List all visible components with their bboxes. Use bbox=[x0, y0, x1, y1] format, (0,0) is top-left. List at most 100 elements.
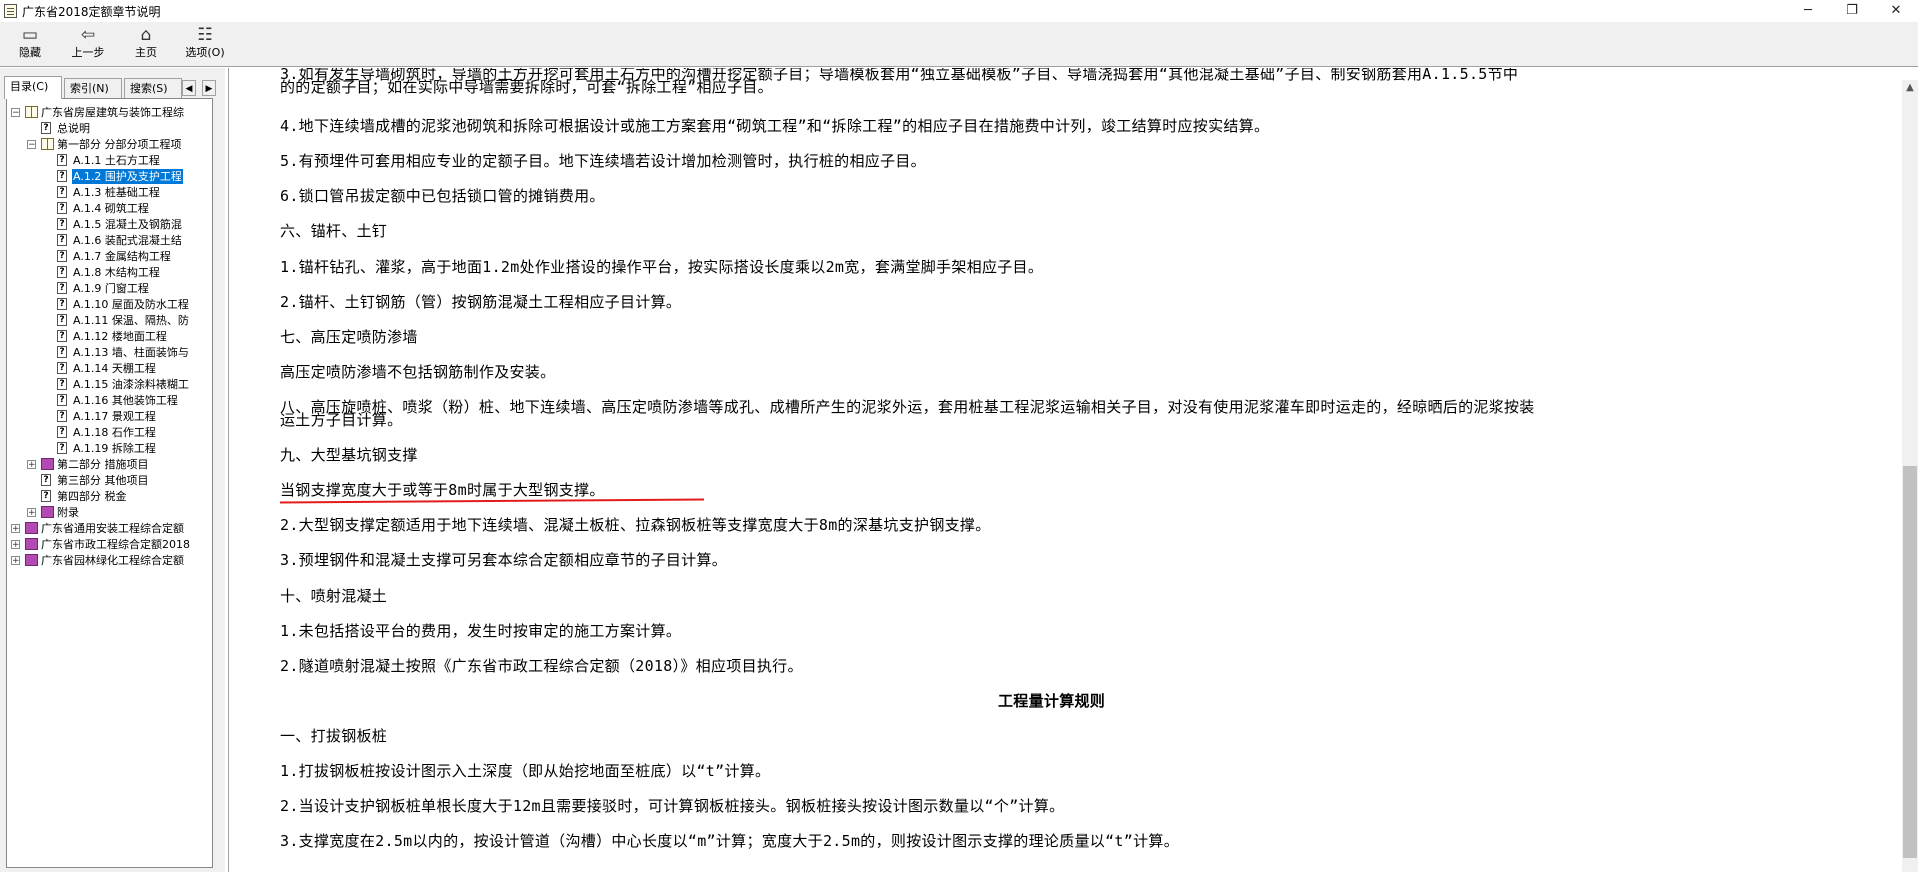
help-page-icon: ? bbox=[57, 154, 67, 166]
tree-item[interactable]: ? A.1.10 屋面及防水工程 bbox=[7, 297, 212, 312]
back-arrow-icon: ⇦ bbox=[80, 25, 96, 45]
tree-item[interactable]: ? A.1.1 土石方工程 bbox=[7, 153, 212, 168]
tree-item-label: A.1.7 金属结构工程 bbox=[73, 250, 171, 263]
nav-tabs: 目录(C) 索引(N) 搜索(S) ◀ ▶ bbox=[4, 76, 222, 99]
expand-icon[interactable]: + bbox=[27, 460, 36, 470]
tree-item[interactable]: + 广东省市政工程综合定额2018 bbox=[7, 537, 212, 552]
paragraph-line: 七、高压定喷防渗墙 bbox=[280, 328, 418, 346]
expand-icon[interactable]: + bbox=[11, 556, 20, 566]
red-underline-annotation bbox=[279, 498, 705, 504]
expand-icon[interactable]: + bbox=[11, 540, 20, 550]
tree-item-label: A.1.2 围护及支护工程 bbox=[72, 169, 183, 184]
collapse-icon[interactable]: − bbox=[27, 140, 36, 150]
help-page-icon: ? bbox=[57, 394, 67, 406]
contents-tree[interactable]: − 广东省房屋建筑与装饰工程综 ? 总说明 − 第一部分 分部分项工程项? A.1.1 土石… bbox=[6, 98, 213, 868]
tree-item-label: A.1.12 楼地面工程 bbox=[73, 330, 167, 343]
expand-icon[interactable]: + bbox=[27, 508, 36, 518]
tree-item-label: 附录 bbox=[57, 506, 79, 519]
expand-icon[interactable]: + bbox=[11, 524, 20, 534]
tree-item[interactable]: + 广东省园林绿化工程综合定额 bbox=[7, 553, 212, 568]
collapse-icon[interactable]: − bbox=[11, 108, 20, 118]
paragraph-line: 六、锚杆、土钉 bbox=[280, 222, 388, 240]
tab-index[interactable]: 索引(N) bbox=[64, 78, 122, 98]
restore-button[interactable]: ❐ bbox=[1830, 0, 1874, 22]
tab-scroll-left-icon[interactable]: ◀ bbox=[182, 80, 196, 96]
tree-item-label: A.1.11 保温、隔热、防 bbox=[73, 314, 189, 327]
tree-item[interactable]: ? A.1.6 装配式混凝土结 bbox=[7, 233, 212, 248]
options-label: 选项(O) bbox=[185, 46, 225, 59]
vertical-scrollbar[interactable]: ▲ bbox=[1902, 80, 1918, 872]
scroll-thumb[interactable] bbox=[1903, 466, 1917, 858]
paragraph-line: 3.预埋钢件和混凝土支撑可另套本综合定额相应章节的子目计算。 bbox=[280, 551, 728, 569]
home-icon: ⌂ bbox=[140, 25, 152, 45]
tree-item[interactable]: + 第二部分 措施项目 bbox=[7, 457, 212, 472]
tree-item[interactable]: ? 第四部分 税金 bbox=[7, 489, 212, 504]
tree-item-label: 广东省园林绿化工程综合定额 bbox=[41, 554, 184, 567]
tree-item-label: A.1.18 石作工程 bbox=[73, 426, 156, 439]
options-button[interactable]: ☷ 选项(O) bbox=[182, 24, 228, 64]
scroll-up-icon[interactable]: ▲ bbox=[1902, 80, 1918, 96]
tree-item-label: A.1.5 混凝土及钢筋混 bbox=[73, 218, 182, 231]
help-page-icon: ? bbox=[57, 378, 67, 390]
tree-item[interactable]: ? A.1.14 天棚工程 bbox=[7, 361, 212, 376]
tree-item[interactable]: − 第一部分 分部分项工程项 bbox=[7, 137, 212, 152]
tree-item[interactable]: ? A.1.13 墙、柱面装饰与 bbox=[7, 345, 212, 360]
paragraph-line: 4.地下连续墙成槽的泥浆池砌筑和拆除可根据设计或施工方案套用“砌筑工程”和“拆除… bbox=[280, 117, 1270, 135]
help-page-icon: ? bbox=[57, 442, 67, 454]
tree-item[interactable]: ? A.1.11 保温、隔热、防 bbox=[7, 313, 212, 328]
tree-item[interactable]: − 广东省房屋建筑与装饰工程综 bbox=[7, 105, 212, 120]
tree-item[interactable]: ? A.1.9 门窗工程 bbox=[7, 281, 212, 296]
tree-item-label: A.1.6 装配式混凝土结 bbox=[73, 234, 182, 247]
tree-item[interactable]: ? 第三部分 其他项目 bbox=[7, 473, 212, 488]
help-page-icon: ? bbox=[57, 330, 67, 342]
close-button[interactable]: ✕ bbox=[1874, 0, 1918, 22]
hide-button[interactable]: ▭ 隐藏 bbox=[10, 24, 50, 64]
paragraph-line: 2.当设计支护钢板桩单根长度大于12m且需要接驳时，可计算钢板桩接头。钢板桩接头… bbox=[280, 797, 1065, 815]
help-page-icon: ? bbox=[57, 234, 67, 246]
tree-item-label: A.1.17 景观工程 bbox=[73, 410, 156, 423]
minimize-button[interactable]: ─ bbox=[1786, 0, 1830, 22]
home-button[interactable]: ⌂ 主页 bbox=[126, 24, 166, 64]
help-page-icon: ? bbox=[57, 266, 67, 278]
tree-item[interactable]: ? A.1.5 混凝土及钢筋混 bbox=[7, 217, 212, 232]
book-closed-icon bbox=[41, 458, 54, 470]
help-page-icon: ? bbox=[57, 426, 67, 438]
tab-scroll-right-icon[interactable]: ▶ bbox=[202, 80, 216, 96]
tree-item[interactable]: ? 总说明 bbox=[7, 121, 212, 136]
tree-item-label: A.1.10 屋面及防水工程 bbox=[73, 298, 189, 311]
book-closed-icon bbox=[41, 506, 54, 518]
tree-item[interactable]: ? A.1.3 桩基础工程 bbox=[7, 185, 212, 200]
tree-item[interactable]: ? A.1.17 景观工程 bbox=[7, 409, 212, 424]
back-button[interactable]: ⇦ 上一步 bbox=[66, 24, 110, 64]
help-page-icon: ? bbox=[57, 218, 67, 230]
tree-item[interactable]: + 附录 bbox=[7, 505, 212, 520]
paragraph-line: 1.打拔钢板桩按设计图示入土深度（即从始挖地面至桩底）以“t”计算。 bbox=[280, 762, 771, 780]
tree-item-label: A.1.4 砌筑工程 bbox=[73, 202, 149, 215]
tree-item[interactable]: ? A.1.12 楼地面工程 bbox=[7, 329, 212, 344]
tree-item[interactable]: ? A.1.15 油漆涂料裱糊工 bbox=[7, 377, 212, 392]
help-page-icon: ? bbox=[41, 490, 51, 502]
tree-item[interactable]: ? A.1.2 围护及支护工程 bbox=[7, 169, 212, 184]
tree-item-label: 第二部分 措施项目 bbox=[57, 458, 149, 471]
book-closed-icon bbox=[25, 554, 38, 566]
paragraph-line: 2.锚杆、土钉钢筋（管）按钢筋混凝土工程相应子目计算。 bbox=[280, 293, 682, 311]
tree-item[interactable]: ? A.1.8 木结构工程 bbox=[7, 265, 212, 280]
paragraph-line: 运土方子目计算。 bbox=[280, 411, 403, 429]
tree-item[interactable]: + 广东省通用安装工程综合定额 bbox=[7, 521, 212, 536]
tree-item[interactable]: ? A.1.19 拆除工程 bbox=[7, 441, 212, 456]
paragraph-line: 2.隧道喷射混凝土按照《广东省市政工程综合定额（2018）》相应项目执行。 bbox=[280, 657, 803, 675]
tab-search[interactable]: 搜索(S) bbox=[124, 78, 182, 98]
tree-item-label: A.1.9 门窗工程 bbox=[73, 282, 149, 295]
tab-contents[interactable]: 目录(C) bbox=[4, 76, 62, 99]
book-open-icon bbox=[25, 106, 38, 118]
help-page-icon: ? bbox=[57, 362, 67, 374]
tree-item[interactable]: ? A.1.4 砌筑工程 bbox=[7, 201, 212, 216]
tree-item[interactable]: ? A.1.16 其他装饰工程 bbox=[7, 393, 212, 408]
tree-item[interactable]: ? A.1.18 石作工程 bbox=[7, 425, 212, 440]
tree-item[interactable]: ? A.1.7 金属结构工程 bbox=[7, 249, 212, 264]
tree-item-label: A.1.15 油漆涂料裱糊工 bbox=[73, 378, 189, 391]
paragraph-line: 1.锚杆钻孔、灌浆，高于地面1.2m处作业搭设的操作平台，按实际搭设长度乘以2m… bbox=[280, 258, 1044, 276]
book-open-icon bbox=[41, 138, 54, 150]
book-closed-icon bbox=[25, 538, 38, 550]
tree-item-label: 广东省房屋建筑与装饰工程综 bbox=[41, 106, 184, 119]
